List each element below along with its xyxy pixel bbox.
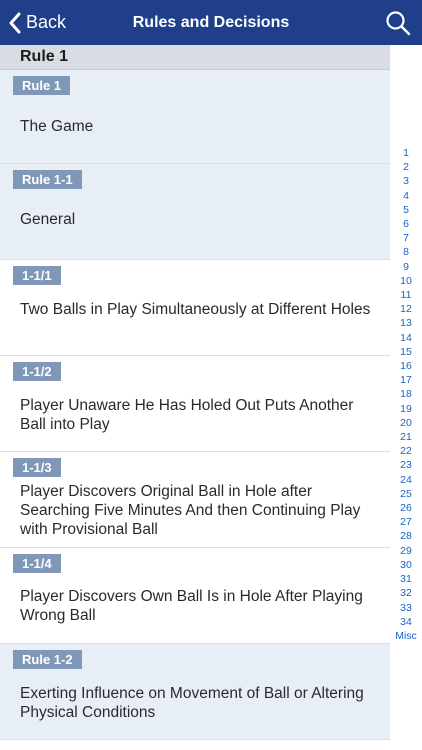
index-item[interactable]: 7 xyxy=(403,231,409,245)
index-item[interactable]: 28 xyxy=(400,529,412,543)
index-item[interactable]: 12 xyxy=(400,302,412,316)
index-item[interactable]: 8 xyxy=(403,245,409,259)
list-item[interactable]: Rule 1 The Game xyxy=(0,70,390,164)
index-item[interactable]: 3 xyxy=(403,174,409,188)
index-item[interactable]: 20 xyxy=(400,416,412,430)
index-item[interactable]: 31 xyxy=(400,572,412,586)
index-item[interactable]: 29 xyxy=(400,544,412,558)
row-title: Exerting Influence on Movement of Ball o… xyxy=(20,685,364,721)
row-title: Player Discovers Own Ball Is in Hole Aft… xyxy=(20,588,363,624)
decision-badge: 1-1/2 xyxy=(13,362,61,381)
index-item[interactable]: 4 xyxy=(403,189,409,203)
index-item[interactable]: 18 xyxy=(400,387,412,401)
index-item[interactable]: 10 xyxy=(400,274,412,288)
index-item[interactable]: 25 xyxy=(400,487,412,501)
row-title: Player Discovers Original Ball in Hole a… xyxy=(20,483,361,538)
back-button[interactable]: Back xyxy=(8,0,66,45)
list-item[interactable]: 1-1/3 Player Discovers Original Ball in … xyxy=(0,452,390,548)
rule-badge: Rule 1-2 xyxy=(13,650,82,669)
search-icon[interactable] xyxy=(384,9,412,37)
index-item[interactable]: 6 xyxy=(403,217,409,231)
index-item[interactable]: 17 xyxy=(400,373,412,387)
index-item[interactable]: 22 xyxy=(400,444,412,458)
decision-badge: 1-1/1 xyxy=(13,266,61,285)
list-item[interactable]: Rule 1-2 Exerting Influence on Movement … xyxy=(0,644,390,740)
index-item[interactable]: 19 xyxy=(400,402,412,416)
index-item[interactable]: 24 xyxy=(400,473,412,487)
back-label: Back xyxy=(26,12,67,32)
row-title: The Game xyxy=(20,118,94,135)
list-item[interactable]: Rule 1-1 General xyxy=(0,164,390,260)
section-index: 1 2 3 4 5 6 7 8 9 10 11 12 13 14 15 16 1… xyxy=(390,146,422,643)
index-item[interactable]: 2 xyxy=(403,160,409,174)
index-item[interactable]: 14 xyxy=(400,331,412,345)
row-title: General xyxy=(20,211,76,228)
section-header: Rule 1 xyxy=(0,45,390,70)
index-item[interactable]: 34 xyxy=(400,615,412,629)
index-item[interactable]: 23 xyxy=(400,458,412,472)
index-item[interactable]: 13 xyxy=(400,316,412,330)
rules-list: Rule 1 The Game Rule 1-1 General 1-1/1 T… xyxy=(0,70,390,740)
index-item[interactable]: 33 xyxy=(400,601,412,615)
list-item[interactable]: 1-1/2 Player Unaware He Has Holed Out Pu… xyxy=(0,356,390,452)
index-item[interactable]: 16 xyxy=(400,359,412,373)
index-item[interactable]: 26 xyxy=(400,501,412,515)
index-item[interactable]: 1 xyxy=(403,146,409,160)
index-item[interactable]: Misc xyxy=(395,629,417,643)
list-item[interactable]: 1-1/1 Two Balls in Play Simultaneously a… xyxy=(0,260,390,356)
list-item[interactable]: 1-1/4 Player Discovers Own Ball Is in Ho… xyxy=(0,548,390,644)
index-item[interactable]: 11 xyxy=(401,288,412,302)
row-title: Two Balls in Play Simultaneously at Diff… xyxy=(20,301,371,318)
navigation-bar: Back Rules and Decisions xyxy=(0,0,422,45)
decision-badge: 1-1/3 xyxy=(13,458,61,477)
row-title: Player Unaware He Has Holed Out Puts Ano… xyxy=(20,397,354,433)
chevron-left-icon xyxy=(9,12,21,33)
index-item[interactable]: 5 xyxy=(403,203,409,217)
rule-badge: Rule 1-1 xyxy=(13,170,82,189)
index-item[interactable]: 27 xyxy=(400,515,412,529)
index-item[interactable]: 9 xyxy=(403,260,409,274)
index-item[interactable]: 32 xyxy=(400,586,412,600)
index-item[interactable]: 15 xyxy=(400,345,412,359)
index-item[interactable]: 30 xyxy=(400,558,412,572)
rule-badge: Rule 1 xyxy=(13,76,71,95)
decision-badge: 1-1/4 xyxy=(13,554,61,573)
index-item[interactable]: 21 xyxy=(400,430,412,444)
